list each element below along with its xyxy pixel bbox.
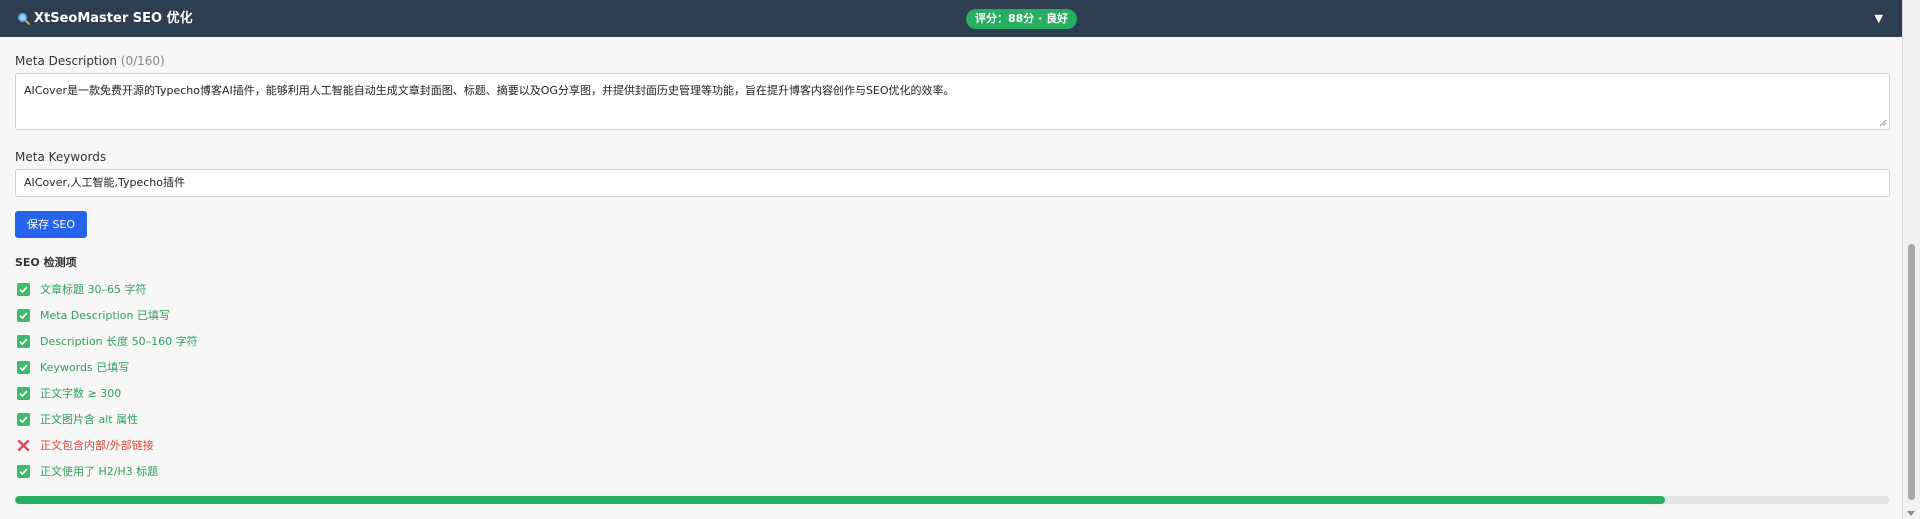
- check-label: 正文包含内部/外部链接: [40, 439, 154, 452]
- score-badge: 评分：88分 · 良好: [966, 9, 1078, 29]
- resize-grip-icon[interactable]: [1879, 119, 1887, 127]
- seo-checks-title: SEO 检测项: [15, 256, 77, 269]
- meta-description-value: AICover是一款免费开源的Typecho博客AI插件，能够利用人工智能自动生…: [24, 84, 955, 97]
- check-label: 文章标题 30–65 字符: [40, 283, 147, 296]
- scroll-down-arrow-icon[interactable]: [1907, 511, 1915, 516]
- check-label: Meta Description 已填写: [40, 309, 170, 322]
- check-pass-icon: [17, 334, 30, 348]
- check-pass-icon: [17, 464, 30, 478]
- check-fail-icon: [17, 439, 30, 451]
- meta-keywords-label: Meta Keywords: [15, 150, 107, 164]
- panel-title: XtSeoMaster SEO 优化: [17, 0, 193, 37]
- check-pass-icon: [17, 308, 30, 322]
- check-label: Description 长度 50–160 字符: [40, 335, 198, 348]
- seo-score-progress-fill: [15, 496, 1665, 504]
- check-pass-icon: [17, 386, 30, 400]
- panel-header[interactable]: XtSeoMaster SEO 优化 评分：88分 · 良好 ▼: [0, 0, 1902, 37]
- panel-title-text: XtSeoMaster SEO 优化: [34, 11, 193, 26]
- check-item: 正文包含内部/外部链接: [17, 436, 154, 454]
- save-seo-button[interactable]: 保存 SEO: [15, 211, 87, 238]
- seo-panel: XtSeoMaster SEO 优化 评分：88分 · 良好 ▼ Meta De…: [0, 0, 1903, 519]
- check-label: 正文使用了 H2/H3 标题: [40, 465, 159, 478]
- check-pass-icon: [17, 360, 30, 374]
- meta-description-label: Meta Description (0/160): [15, 54, 165, 68]
- check-pass-icon: [17, 412, 30, 426]
- check-item: 正文字数 ≥ 300: [17, 384, 121, 402]
- meta-keywords-input[interactable]: AICover,人工智能,Typecho插件: [15, 169, 1890, 197]
- check-label: 正文字数 ≥ 300: [40, 387, 122, 400]
- collapse-toggle-icon[interactable]: ▼: [1875, 0, 1883, 37]
- check-item: Meta Description 已填写: [17, 306, 170, 324]
- check-label: Keywords 已填写: [40, 361, 130, 374]
- meta-description-label-text: Meta Description: [15, 54, 117, 68]
- vertical-scrollbar[interactable]: [1903, 0, 1920, 519]
- search-icon: [17, 12, 30, 25]
- check-label: 正文图片含 alt 属性: [40, 413, 139, 426]
- check-pass-icon: [17, 282, 30, 296]
- seo-score-progress-bar: [15, 496, 1890, 504]
- check-item: Keywords 已填写: [17, 358, 129, 376]
- check-item: 正文图片含 alt 属性: [17, 410, 138, 428]
- meta-description-textarea[interactable]: AICover是一款免费开源的Typecho博客AI插件，能够利用人工智能自动生…: [15, 73, 1890, 130]
- check-item: Description 长度 50–160 字符: [17, 332, 198, 350]
- check-item: 正文使用了 H2/H3 标题: [17, 462, 158, 480]
- scrollbar-thumb[interactable]: [1908, 244, 1915, 500]
- check-item: 文章标题 30–65 字符: [17, 280, 147, 298]
- meta-description-count: (0/160): [120, 54, 165, 68]
